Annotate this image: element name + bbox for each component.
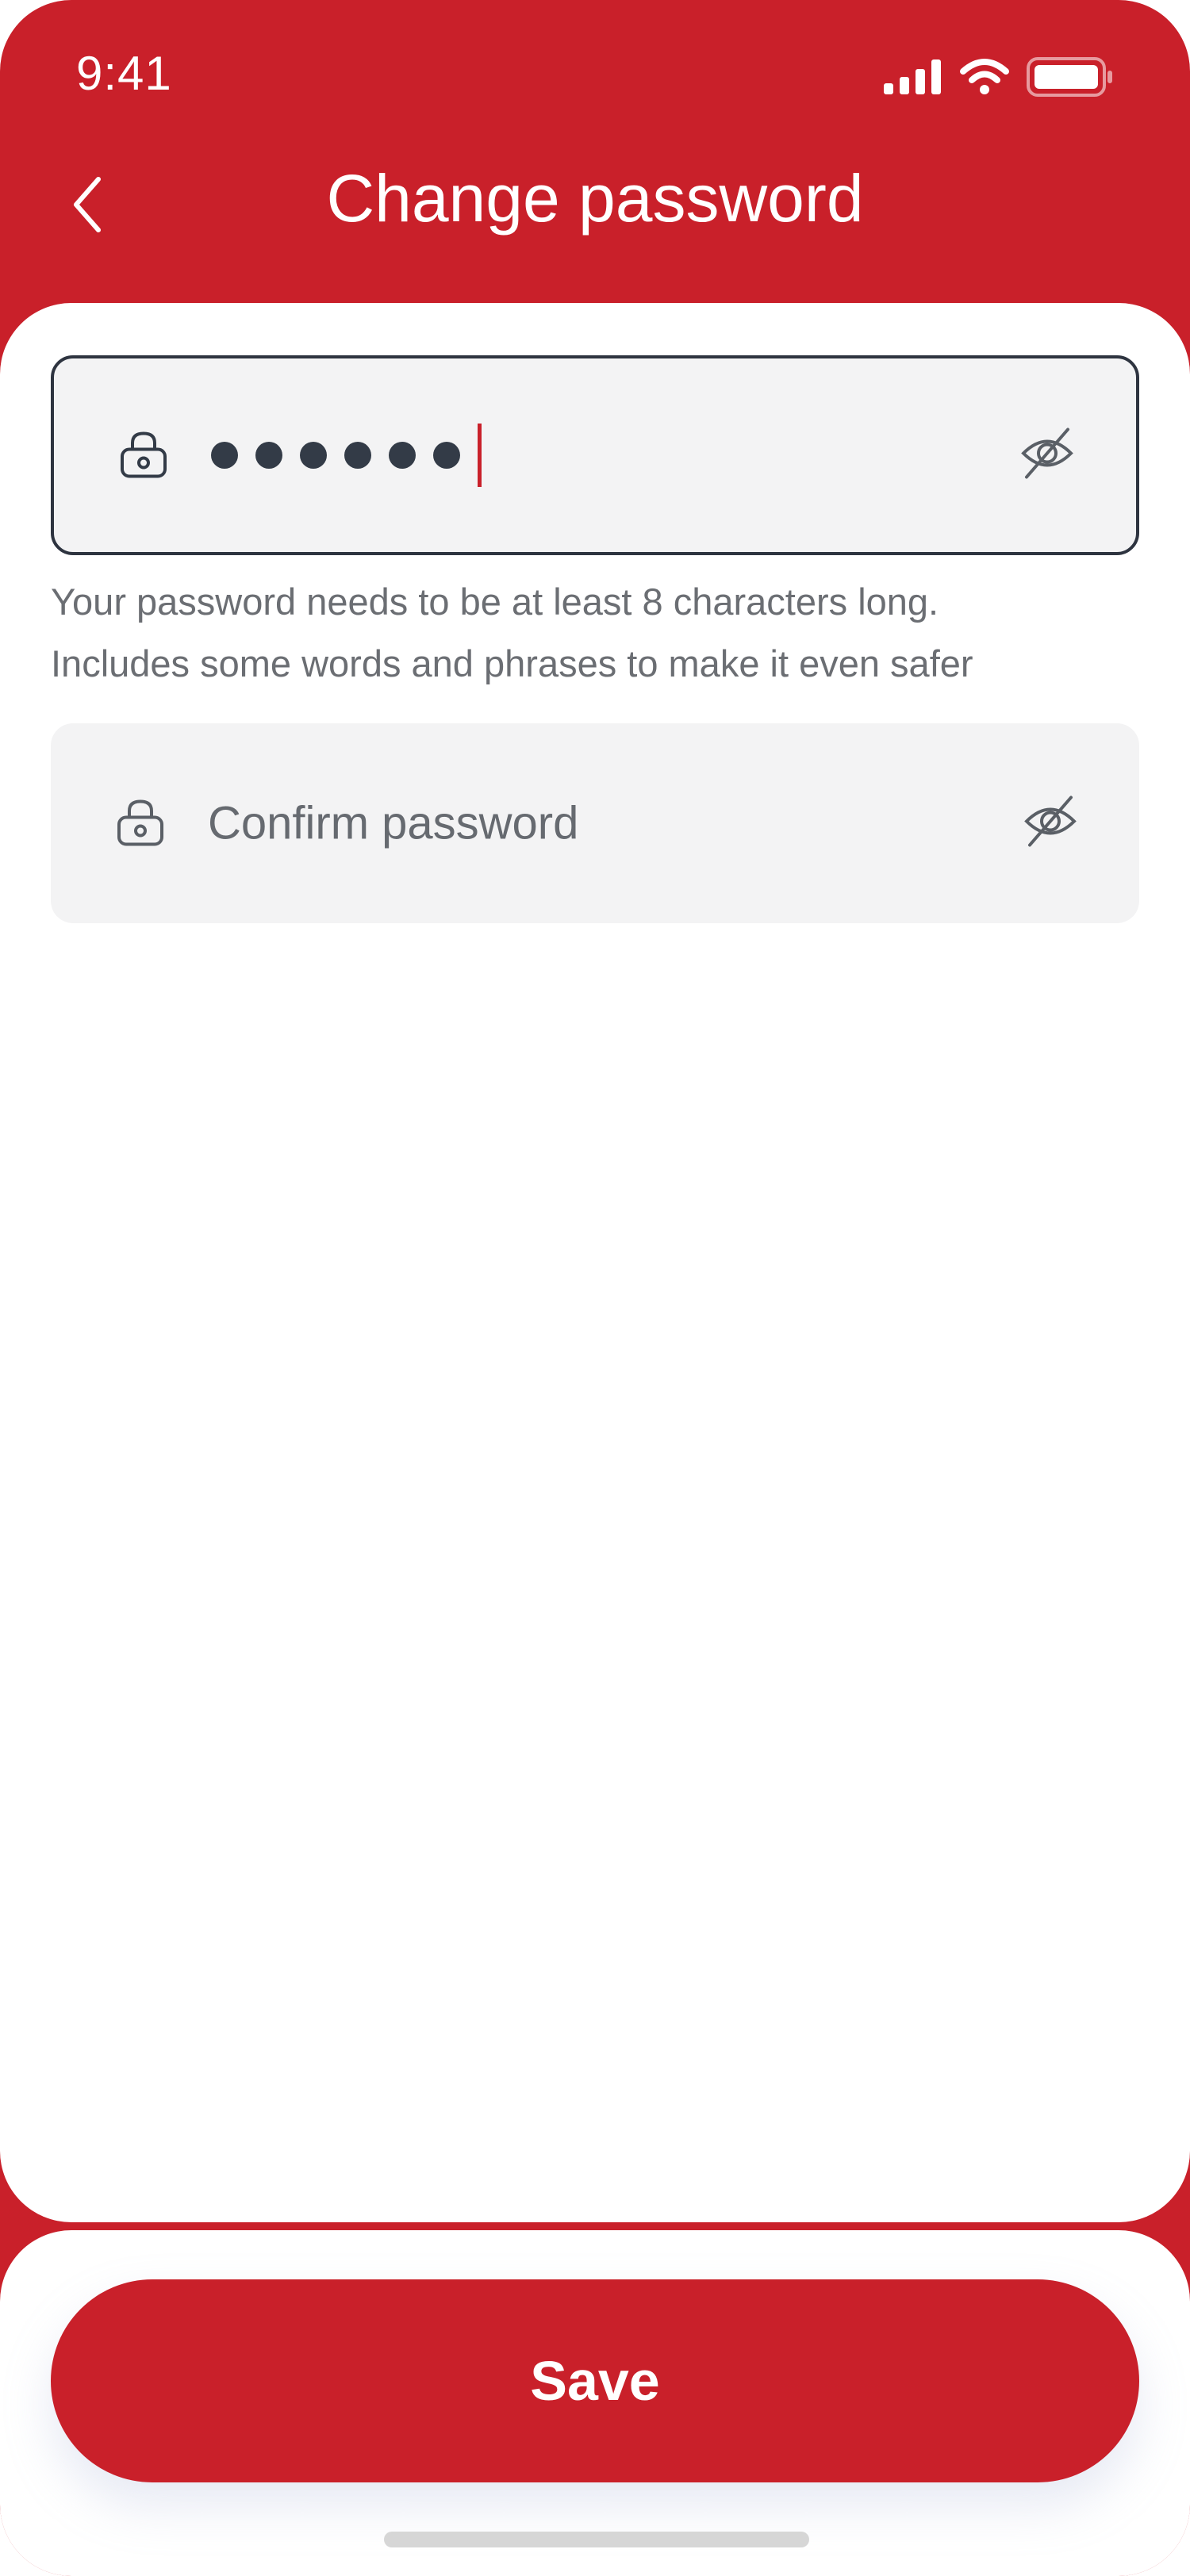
eye-off-icon[interactable] [1019,425,1076,486]
wifi-icon [960,59,1009,99]
text-caret [478,424,482,487]
eye-off-icon[interactable] [1022,793,1079,854]
status-bar: 9:41 [0,0,1190,151]
lock-icon [114,795,167,852]
hint-line-1: Your password needs to be at least 8 cha… [51,581,939,623]
password-hint: Your password needs to be at least 8 cha… [51,571,1146,695]
app-screen: 9:41 Change password Your password needs… [0,0,1190,2576]
battery-icon [1027,57,1114,101]
lock-icon [117,427,170,484]
page-title: Change password [326,161,864,236]
status-icons [884,57,1114,101]
content-card: Your password needs to be at least 8 cha… [0,303,1190,2222]
header: Change password [0,151,1190,301]
signal-icon [884,59,942,98]
confirm-password-field[interactable]: Confirm password [51,723,1139,923]
status-time: 9:41 [76,47,172,100]
hint-line-2: Includes some words and phrases to make … [51,642,973,684]
confirm-password-placeholder: Confirm password [208,797,579,849]
save-button[interactable]: Save [51,2279,1139,2482]
home-indicator[interactable] [384,2532,809,2547]
footer: Save [0,2230,1190,2576]
new-password-field[interactable] [51,355,1139,555]
masked-password-value [211,424,482,487]
